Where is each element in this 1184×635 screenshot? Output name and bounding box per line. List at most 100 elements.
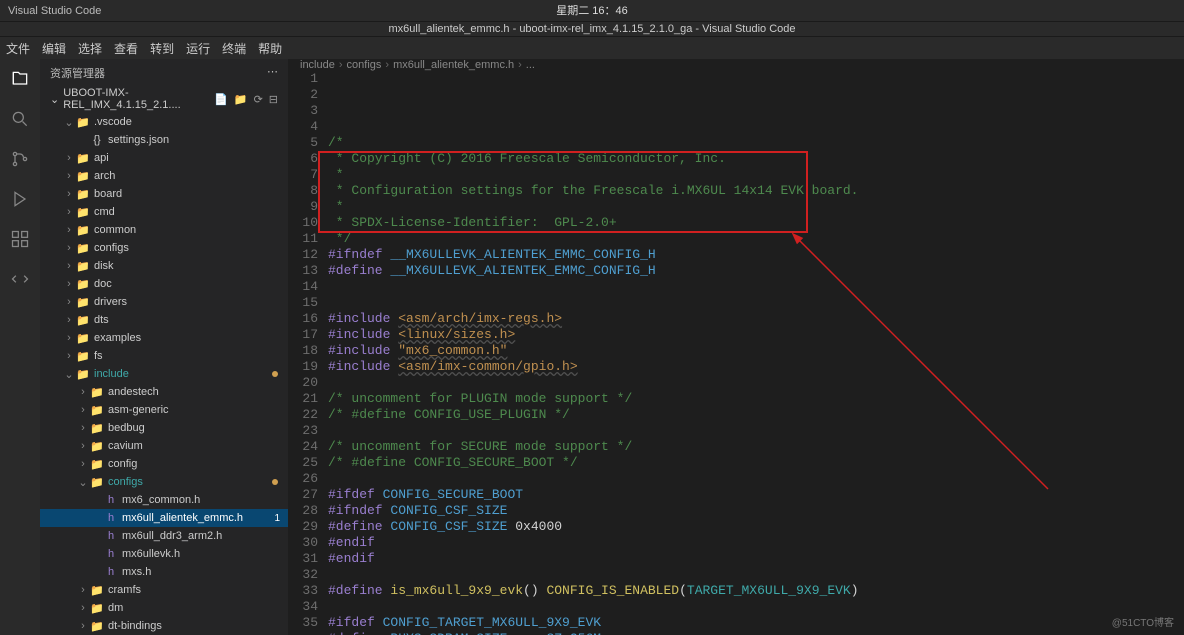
breadcrumb-item[interactable]: ... [526, 59, 535, 71]
code-line[interactable]: #ifdef CONFIG_SECURE_BOOT [328, 487, 1184, 503]
folder-cavium[interactable]: ›📁cavium [40, 437, 288, 455]
file-mx6ullevk.h[interactable]: hmx6ullevk.h [40, 545, 288, 563]
code-line[interactable] [328, 567, 1184, 583]
explorer-icon[interactable] [8, 67, 32, 91]
folder-fs[interactable]: ›📁fs [40, 347, 288, 365]
source-control-icon[interactable] [8, 147, 32, 171]
code-line[interactable]: #define is_mx6ull_9x9_evk() CONFIG_IS_EN… [328, 583, 1184, 599]
code-line[interactable]: /* [328, 135, 1184, 151]
code-line[interactable]: /* uncomment for PLUGIN mode support */ [328, 391, 1184, 407]
refresh-icon[interactable]: ⟳ [254, 93, 263, 106]
remote-icon[interactable] [8, 267, 32, 291]
folder-dm[interactable]: ›📁dm [40, 599, 288, 617]
menu-转到[interactable]: 转到 [150, 40, 174, 57]
file-mx6ull_alientek_emmc.h[interactable]: hmx6ull_alientek_emmc.h1 [40, 509, 288, 527]
folder-common[interactable]: ›📁common [40, 221, 288, 239]
folder-doc[interactable]: ›📁doc [40, 275, 288, 293]
file-mxs.h[interactable]: hmxs.h [40, 563, 288, 581]
folder-icon: 📁 [76, 170, 90, 183]
code-line[interactable]: #include <asm/imx-common/gpio.h> [328, 359, 1184, 375]
breadcrumb-sep: › [518, 59, 522, 71]
menu-选择[interactable]: 选择 [78, 40, 102, 57]
collapse-icon[interactable]: ⊟ [269, 93, 278, 106]
menu-查看[interactable]: 查看 [114, 40, 138, 57]
folder-board[interactable]: ›📁board [40, 185, 288, 203]
project-root[interactable]: ⌄ UBOOT-IMX-REL_IMX_4.1.15_2.1.... 📄 📁 ⟳… [40, 85, 288, 113]
tree-label: dts [94, 314, 109, 326]
menu-终端[interactable]: 终端 [222, 40, 246, 57]
breadcrumb-item[interactable]: configs [347, 59, 382, 71]
folder-config[interactable]: ›📁config [40, 455, 288, 473]
file-mx6ull_ddr3_arm2.h[interactable]: hmx6ull_ddr3_arm2.h [40, 527, 288, 545]
folder-andestech[interactable]: ›📁andestech [40, 383, 288, 401]
folder-dts[interactable]: ›📁dts [40, 311, 288, 329]
folder-.vscode[interactable]: ⌄📁.vscode [40, 113, 288, 131]
code-line[interactable] [328, 375, 1184, 391]
code-line[interactable]: */ [328, 231, 1184, 247]
run-debug-icon[interactable] [8, 187, 32, 211]
code-lines[interactable]: /* * Copyright (C) 2016 Freescale Semico… [328, 71, 1184, 635]
code-editor[interactable]: 1234567891011121314151617181920212223242… [288, 71, 1184, 635]
folder-cmd[interactable]: ›📁cmd [40, 203, 288, 221]
folder-arch[interactable]: ›📁arch [40, 167, 288, 185]
menu-编辑[interactable]: 编辑 [42, 40, 66, 57]
new-file-icon[interactable]: 📄 [214, 93, 228, 106]
code-line[interactable] [328, 599, 1184, 615]
code-line[interactable] [328, 295, 1184, 311]
menu-运行[interactable]: 运行 [186, 40, 210, 57]
code-line[interactable]: #define PHYS_SDRAM_SIZE SZ_256M [328, 631, 1184, 635]
menu-帮助[interactable]: 帮助 [258, 40, 282, 57]
folder-dt-bindings[interactable]: ›📁dt-bindings [40, 617, 288, 635]
code-line[interactable]: #include "mx6_common.h" [328, 343, 1184, 359]
code-line[interactable]: #include <asm/arch/imx-regs.h> [328, 311, 1184, 327]
new-folder-icon[interactable]: 📁 [234, 93, 248, 106]
code-line[interactable] [328, 423, 1184, 439]
folder-api[interactable]: ›📁api [40, 149, 288, 167]
tree-label: cavium [108, 440, 143, 452]
line-number: 5 [288, 135, 318, 151]
code-line[interactable]: * Configuration settings for the Freesca… [328, 183, 1184, 199]
code-line[interactable]: * [328, 167, 1184, 183]
line-number: 21 [288, 391, 318, 407]
folder-include[interactable]: ⌄📁include [40, 365, 288, 383]
code-line[interactable] [328, 279, 1184, 295]
tree-label: cmd [94, 206, 115, 218]
code-line[interactable]: #define __MX6ULLEVK_ALIENTEK_EMMC_CONFIG… [328, 263, 1184, 279]
code-line[interactable]: #endif [328, 551, 1184, 567]
more-icon[interactable]: ⋯ [267, 65, 278, 81]
breadcrumb-item[interactable]: include [300, 59, 335, 71]
code-line[interactable]: #endif [328, 535, 1184, 551]
search-icon[interactable] [8, 107, 32, 131]
code-line[interactable]: * SPDX-License-Identifier: GPL-2.0+ [328, 215, 1184, 231]
code-line[interactable]: /* uncomment for SECURE mode support */ [328, 439, 1184, 455]
code-line[interactable]: #ifndef __MX6ULLEVK_ALIENTEK_EMMC_CONFIG… [328, 247, 1184, 263]
folder-examples[interactable]: ›📁examples [40, 329, 288, 347]
line-number: 13 [288, 263, 318, 279]
code-line[interactable]: #include <linux/sizes.h> [328, 327, 1184, 343]
code-line[interactable] [328, 471, 1184, 487]
folder-disk[interactable]: ›📁disk [40, 257, 288, 275]
menubar[interactable]: 文件编辑选择查看转到运行终端帮助 [0, 37, 1184, 59]
code-line[interactable]: #ifdef CONFIG_TARGET_MX6ULL_9X9_EVK [328, 615, 1184, 631]
code-line[interactable]: * [328, 199, 1184, 215]
code-line[interactable]: * Copyright (C) 2016 Freescale Semicondu… [328, 151, 1184, 167]
breadcrumb[interactable]: include›configs›mx6ull_alientek_emmc.h›.… [288, 59, 1184, 71]
code-line[interactable]: /* #define CONFIG_SECURE_BOOT */ [328, 455, 1184, 471]
folder-configs[interactable]: ⌄📁configs [40, 473, 288, 491]
extensions-icon[interactable] [8, 227, 32, 251]
code-line[interactable]: #define CONFIG_CSF_SIZE 0x4000 [328, 519, 1184, 535]
tree-label: include [94, 368, 129, 380]
line-number: 18 [288, 343, 318, 359]
file-mx6_common.h[interactable]: hmx6_common.h [40, 491, 288, 509]
breadcrumb-sep: › [339, 59, 343, 71]
folder-asm-generic[interactable]: ›📁asm-generic [40, 401, 288, 419]
folder-bedbug[interactable]: ›📁bedbug [40, 419, 288, 437]
breadcrumb-item[interactable]: mx6ull_alientek_emmc.h [393, 59, 514, 71]
folder-drivers[interactable]: ›📁drivers [40, 293, 288, 311]
code-line[interactable]: /* #define CONFIG_USE_PLUGIN */ [328, 407, 1184, 423]
file-settings.json[interactable]: {}settings.json [40, 131, 288, 149]
menu-文件[interactable]: 文件 [6, 40, 30, 57]
folder-configs[interactable]: ›📁configs [40, 239, 288, 257]
folder-cramfs[interactable]: ›📁cramfs [40, 581, 288, 599]
code-line[interactable]: #ifndef CONFIG_CSF_SIZE [328, 503, 1184, 519]
